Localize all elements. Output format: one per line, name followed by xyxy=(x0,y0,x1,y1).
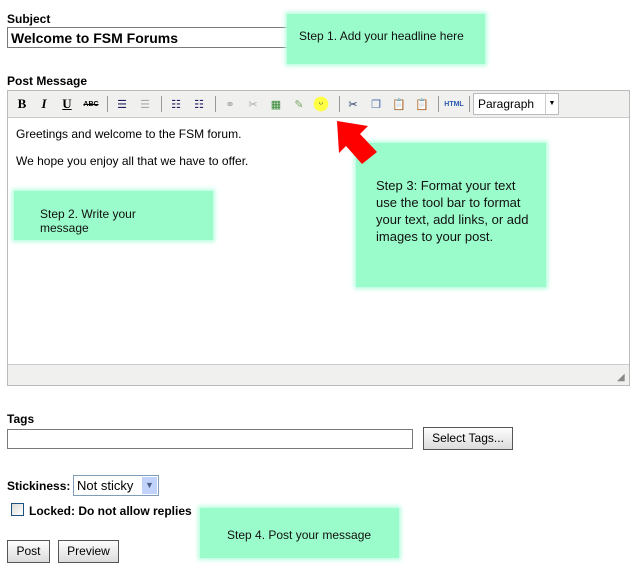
red-arrow-icon xyxy=(337,121,377,164)
